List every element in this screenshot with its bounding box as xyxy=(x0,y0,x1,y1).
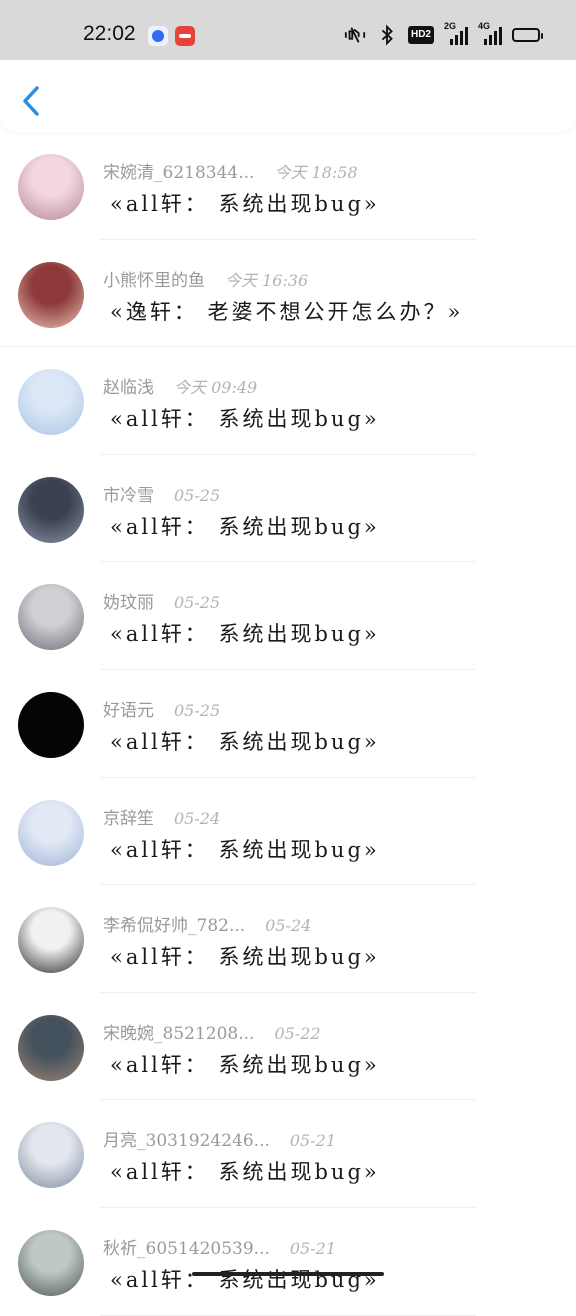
message-time: 05-24 xyxy=(174,808,221,828)
status-icons: HD2 2G 4G xyxy=(344,21,543,46)
avatar[interactable] xyxy=(18,476,84,543)
sender-name: 京辞笙 xyxy=(103,808,154,829)
sender-name: 宋婉清_6218344... xyxy=(103,163,255,183)
avatar[interactable] xyxy=(18,154,84,220)
sender-name: 好语元 xyxy=(103,700,154,721)
item-meta: 妫玟丽 05-25 xyxy=(103,588,220,613)
list-item[interactable]: 妫玟丽 05-25 «all轩： 系统出现bug» xyxy=(0,562,576,670)
message-time: 今天 16:36 xyxy=(225,270,309,290)
message-time: 今天 18:58 xyxy=(274,163,358,182)
item-meta: 秋祈_6051420539... 05-21 xyxy=(103,1234,336,1259)
list-item[interactable]: 赵临浅 今天 09:49 «all轩： 系统出现bug» xyxy=(0,347,576,455)
list-item[interactable]: 宋婉清_6218344... 今天 18:58 «all轩： 系统出现bug» xyxy=(0,132,576,240)
message-preview: «all轩： 系统出现bug» xyxy=(110,837,380,862)
item-meta: 宋晚婉_8521208... 05-22 xyxy=(103,1019,321,1044)
bluetooth-icon xyxy=(381,24,393,46)
sender-name: 小熊怀里的鱼 xyxy=(103,270,205,291)
list-item[interactable]: 市冷雪 05-25 «all轩： 系统出现bug» xyxy=(0,455,576,563)
message-preview: «all轩： 系统出现bug» xyxy=(110,1052,380,1077)
signal-2g-icon: 2G xyxy=(444,21,468,45)
home-indicator[interactable] xyxy=(192,1272,384,1276)
hd-voice-icon: HD2 xyxy=(408,26,434,44)
message-time: 05-25 xyxy=(174,700,221,720)
sender-name: 秋祈_6051420539... xyxy=(103,1238,270,1259)
avatar[interactable] xyxy=(18,691,84,758)
avatar[interactable] xyxy=(18,1229,84,1296)
shopping-app-icon xyxy=(175,26,195,46)
battery-icon xyxy=(512,28,543,42)
sender-name: 宋晚婉_8521208... xyxy=(103,1023,255,1044)
item-meta: 李希侃好帅_782... 05-24 xyxy=(103,911,311,936)
avatar[interactable] xyxy=(18,261,84,328)
sender-name: 妫玟丽 xyxy=(103,593,154,614)
top-bar xyxy=(0,60,576,132)
avatar[interactable] xyxy=(18,1014,84,1081)
message-preview: «all轩： 系统出现bug» xyxy=(110,1160,380,1185)
message-time: 05-24 xyxy=(265,916,312,936)
sender-name: 月亮_3031924246... xyxy=(103,1131,270,1152)
list-item[interactable]: 宋晚婉_8521208... 05-22 «all轩： 系统出现bug» xyxy=(0,993,576,1101)
list-item[interactable]: 秋祈_6051420539... 05-21 «all轩： 系统出现bug» xyxy=(0,1208,576,1316)
sender-name: 李希侃好帅_782... xyxy=(103,916,246,937)
message-preview: «all轩： 系统出现bug» xyxy=(110,514,380,539)
chevron-left-icon[interactable] xyxy=(18,84,46,118)
signal-4g-icon: 4G xyxy=(478,21,502,45)
item-meta: 京辞笙 05-24 xyxy=(103,804,220,829)
avatar[interactable] xyxy=(18,1122,84,1189)
avatar[interactable] xyxy=(18,584,84,651)
avatar[interactable] xyxy=(18,907,84,974)
status-time: 22:02 xyxy=(83,22,136,45)
message-time: 05-25 xyxy=(174,593,221,613)
message-list: 宋婉清_6218344... 今天 18:58 «all轩： 系统出现bug» 小熊怀… xyxy=(0,132,576,1316)
list-item[interactable]: 小熊怀里的鱼 今天 16:36 «逸轩： 老婆不想公开怎么办？» xyxy=(0,240,576,348)
baidu-app-icon xyxy=(148,26,168,46)
message-time: 05-25 xyxy=(174,485,221,505)
message-preview: «all轩： 系统出现bug» xyxy=(110,945,380,970)
message-preview: «all轩： 系统出现bug» xyxy=(110,622,380,647)
message-preview: «all轩： 系统出现bug» xyxy=(110,407,380,432)
list-item[interactable]: 京辞笙 05-24 «all轩： 系统出现bug» xyxy=(0,778,576,886)
item-meta: 宋婉清_6218344... 今天 18:58 xyxy=(103,158,358,183)
list-item[interactable]: 好语元 05-25 «all轩： 系统出现bug» xyxy=(0,670,576,778)
mute-vibrate-icon xyxy=(344,27,366,43)
list-item[interactable]: 月亮_3031924246... 05-21 «all轩： 系统出现bug» xyxy=(0,1100,576,1208)
sender-name: 市冷雪 xyxy=(103,485,154,506)
item-meta: 市冷雪 05-25 xyxy=(103,481,220,506)
message-preview: «all轩： 系统出现bug» xyxy=(110,1267,380,1292)
avatar[interactable] xyxy=(18,799,84,866)
list-item[interactable]: 李希侃好帅_782... 05-24 «all轩： 系统出现bug» xyxy=(0,885,576,993)
item-meta: 赵临浅 今天 09:49 xyxy=(103,373,257,398)
message-time: 05-21 xyxy=(289,1238,336,1258)
message-preview: «all轩： 系统出现bug» xyxy=(110,729,380,754)
item-meta: 月亮_3031924246... 05-21 xyxy=(103,1126,336,1151)
message-time: 05-22 xyxy=(274,1023,321,1043)
divider xyxy=(100,1314,476,1316)
message-preview: «all轩： 系统出现bug» xyxy=(110,192,380,216)
sender-name: 赵临浅 xyxy=(103,378,154,399)
message-preview: «逸轩： 老婆不想公开怎么办？» xyxy=(110,299,464,324)
message-time: 今天 09:49 xyxy=(174,378,258,398)
item-meta: 小熊怀里的鱼 今天 16:36 xyxy=(103,266,308,291)
item-meta: 好语元 05-25 xyxy=(103,696,220,721)
avatar[interactable] xyxy=(18,369,84,436)
message-time: 05-21 xyxy=(289,1131,336,1151)
